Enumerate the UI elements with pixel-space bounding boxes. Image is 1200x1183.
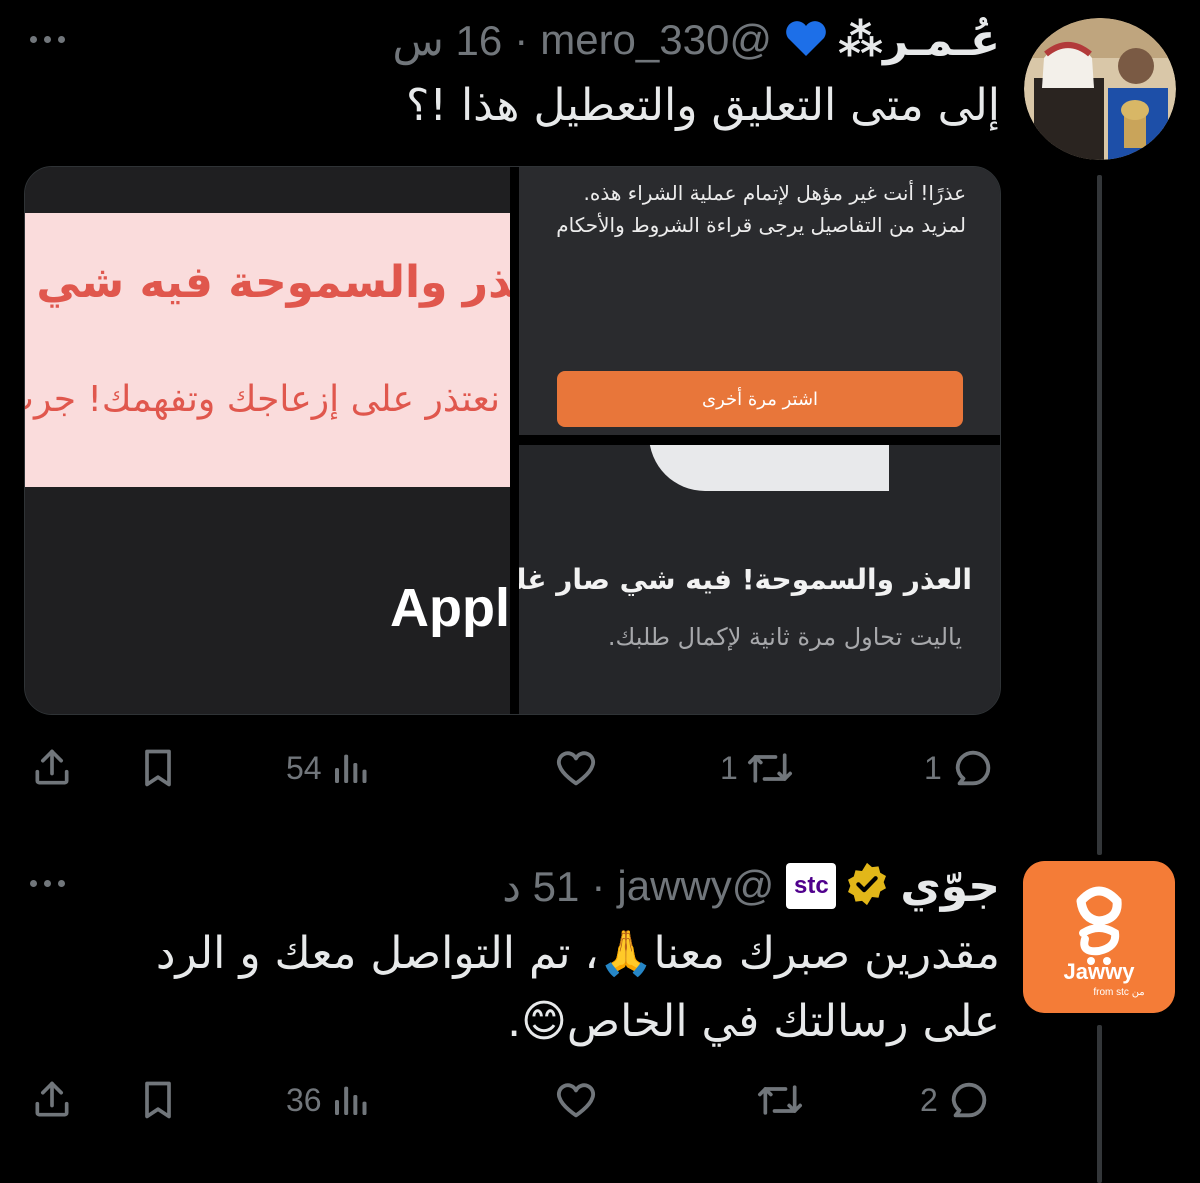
media-image-top-right[interactable]: عذرًا! أنت غير مؤهل لإتمام عملية الشراء … (519, 167, 1000, 435)
retweet-count: 1 (720, 749, 738, 786)
error-banner: العذر والسموحة فيه شي صار غلط نعتذر على … (25, 213, 510, 487)
tweet-text: إلى متى التعليق والتعطيل هذا !؟ (405, 80, 1000, 131)
bookmark-icon (136, 1078, 180, 1122)
heart-emoji-icon (784, 18, 828, 62)
separator: · (514, 16, 529, 63)
views-count: 54 (286, 749, 322, 786)
tweet-actions: 54 1 1 (0, 738, 1200, 798)
banner-title: العذر والسموحة فيه شي صار غلط (25, 257, 510, 308)
avatar[interactable] (1024, 18, 1176, 160)
tweet-actions: 36 2 (0, 1070, 1200, 1130)
views-button[interactable]: 54 (286, 738, 370, 798)
share-button[interactable] (30, 738, 74, 798)
media-divider (519, 435, 1000, 445)
display-name[interactable]: عُـمـر⁂ (838, 15, 1000, 66)
error-message: عذرًا! أنت غير مؤهل لإتمام عملية الشراء … (556, 181, 966, 237)
share-icon (30, 1078, 74, 1122)
views-count: 36 (286, 1081, 322, 1118)
handle[interactable]: @mero_330 (540, 16, 772, 64)
more-icon[interactable] (30, 36, 65, 43)
retweet-button[interactable]: 1 (720, 738, 794, 798)
verified-icon (844, 861, 890, 911)
affiliate-badge[interactable]: stc (786, 863, 837, 909)
views-icon (330, 748, 370, 788)
like-button[interactable] (545, 738, 599, 798)
reply-icon (950, 745, 996, 791)
timestamp[interactable]: 51 د (502, 862, 579, 911)
views-button[interactable]: 36 (286, 1070, 370, 1130)
handle[interactable]: @jawwy (617, 862, 774, 910)
separator: · (591, 862, 606, 909)
oops-title: العذر والسموحة! فيه شي صار غلط (519, 563, 972, 596)
reply-count: 2 (920, 1081, 938, 1118)
tweet-header: عُـمـر⁂ @mero_330 · 16 س (393, 12, 1000, 68)
share-icon (30, 746, 74, 790)
like-button[interactable] (545, 1070, 599, 1130)
retweet-button[interactable] (748, 1070, 804, 1130)
bookmark-icon (136, 746, 180, 790)
jawwy-logo-subtext: from stc من (1093, 987, 1144, 998)
bookmark-button[interactable] (136, 1070, 180, 1130)
media-image-left[interactable]: العذر والسموحة فيه شي صار غلط نعتذر على … (25, 167, 510, 714)
reply-button[interactable]: 1 (924, 738, 996, 798)
tweet-text-line: على رسالتك في الخاص😊. (507, 996, 1000, 1047)
oops-subtitle: ياليت تحاول مرة ثانية لإكمال طلبك. (607, 623, 962, 651)
tweet-text: مقدرين صبرك معنا🙏، تم التواصل معك و الرد… (40, 920, 1000, 1056)
like-icon (553, 1077, 599, 1123)
reply-icon (946, 1077, 992, 1123)
tweet-text-line: مقدرين صبرك معنا🙏، تم التواصل معك و الرد (155, 928, 1000, 979)
media-image-bottom-right[interactable]: العذر والسموحة! فيه شي صار غلط ياليت تحا… (519, 445, 1000, 714)
timestamp[interactable]: 16 س (393, 16, 503, 65)
reply-button[interactable]: 2 (920, 1070, 992, 1130)
bookmark-button[interactable] (136, 738, 180, 798)
views-icon (330, 1080, 370, 1120)
share-button[interactable] (30, 1070, 74, 1130)
tweet-header: جوّي stc @jawwy · 51 د (502, 856, 1000, 916)
reply-count: 1 (924, 749, 942, 786)
retry-button: اشتر مرة أخرى (557, 371, 963, 427)
jawwy-logo-text: Jawwy (1064, 959, 1136, 984)
brand-text: Appl (390, 578, 510, 638)
tweet-media[interactable]: العذر والسموحة فيه شي صار غلط نعتذر على … (24, 166, 1001, 715)
retweet-icon (756, 1078, 804, 1122)
display-name[interactable]: جوّي (900, 861, 1000, 912)
media-divider (510, 167, 519, 714)
sheet-shape (649, 445, 889, 491)
banner-subtitle: نعتذر على إزعاجك وتفهمك! جرب مرة ثانية (25, 379, 500, 420)
more-icon[interactable] (30, 880, 65, 887)
like-icon (553, 745, 599, 791)
retweet-icon (746, 746, 794, 790)
avatar[interactable]: Jawwy from stc من (1023, 861, 1175, 1013)
